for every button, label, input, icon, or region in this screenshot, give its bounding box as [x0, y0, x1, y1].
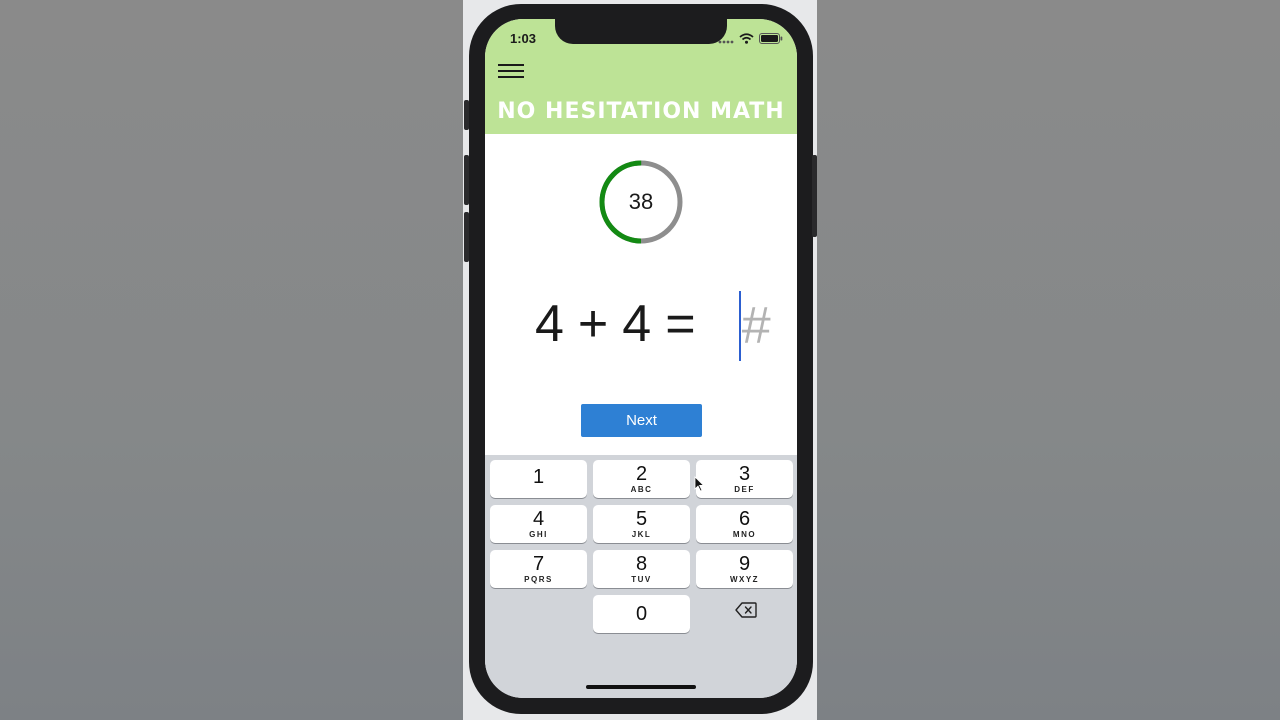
answer-input[interactable] — [735, 293, 797, 359]
key-digit: 8 — [635, 553, 648, 575]
key-letters: WXYZ — [729, 575, 760, 584]
key-letters: JKL — [631, 530, 652, 539]
key-letters: DEF — [734, 485, 755, 494]
app-title: NO HESITATION MATH — [497, 99, 785, 124]
key-digit: 2 — [635, 463, 648, 485]
mute-switch — [464, 100, 469, 130]
key-3[interactable]: 3 DEF — [696, 460, 793, 498]
key-0[interactable]: 0 — [593, 595, 690, 633]
key-digit: 0 — [635, 603, 648, 625]
numeric-keypad: 1 2 ABC 3 DEF 4 GHI 5 JKL 6 MNO 7 PQRS 8… — [485, 455, 797, 698]
notch — [555, 19, 727, 44]
key-5[interactable]: 5 JKL — [593, 505, 690, 543]
operator: + — [577, 295, 609, 353]
countdown-timer: 38 — [597, 158, 685, 246]
key-digit: 5 — [635, 508, 648, 530]
volume-up-button — [464, 155, 469, 205]
key-digit: 7 — [532, 553, 545, 575]
status-icons — [718, 31, 783, 49]
wifi-icon — [739, 31, 754, 49]
key-digit: 1 — [532, 466, 545, 488]
key-7[interactable]: 7 PQRS — [490, 550, 587, 588]
background-left — [0, 0, 463, 720]
volume-down-button — [464, 212, 469, 262]
equals-sign: = — [665, 295, 696, 353]
key-letters: TUV — [631, 575, 652, 584]
key-9[interactable]: 9 WXYZ — [696, 550, 793, 588]
delete-key[interactable] — [697, 593, 794, 631]
key-4[interactable]: 4 GHI — [490, 505, 587, 543]
mouse-pointer-icon — [694, 476, 705, 492]
key-digit: 4 — [532, 508, 545, 530]
operand-a: 4 — [535, 295, 564, 353]
signal-icon — [718, 31, 734, 49]
app-header: 1:03 NO HESITATION MATH — [485, 19, 797, 134]
key-6[interactable]: 6 MNO — [696, 505, 793, 543]
text-cursor — [739, 291, 741, 361]
phone-screen: 1:03 NO HESITATION MATH 38 4 + 4 = # Nex… — [485, 19, 797, 698]
key-2[interactable]: 2 ABC — [593, 460, 690, 498]
key-digit: 6 — [738, 508, 751, 530]
next-button[interactable]: Next — [581, 404, 702, 437]
math-problem: 4 + 4 = — [535, 294, 696, 354]
background-right — [817, 0, 1280, 720]
key-digit: 9 — [738, 553, 751, 575]
key-letters: ABC — [630, 485, 653, 494]
home-indicator — [586, 685, 696, 689]
key-1[interactable]: 1 — [490, 460, 587, 498]
key-letters: PQRS — [524, 575, 553, 584]
power-button — [812, 155, 817, 237]
operand-b: 4 — [622, 295, 652, 353]
key-8[interactable]: 8 TUV — [593, 550, 690, 588]
backspace-icon — [734, 601, 757, 623]
hamburger-menu-icon[interactable] — [498, 64, 524, 84]
key-letters: MNO — [732, 530, 757, 539]
battery-icon — [759, 31, 783, 49]
key-letters: GHI — [529, 530, 548, 539]
status-time: 1:03 — [510, 31, 537, 46]
timer-seconds: 38 — [628, 189, 654, 214]
key-digit: 3 — [738, 463, 751, 485]
